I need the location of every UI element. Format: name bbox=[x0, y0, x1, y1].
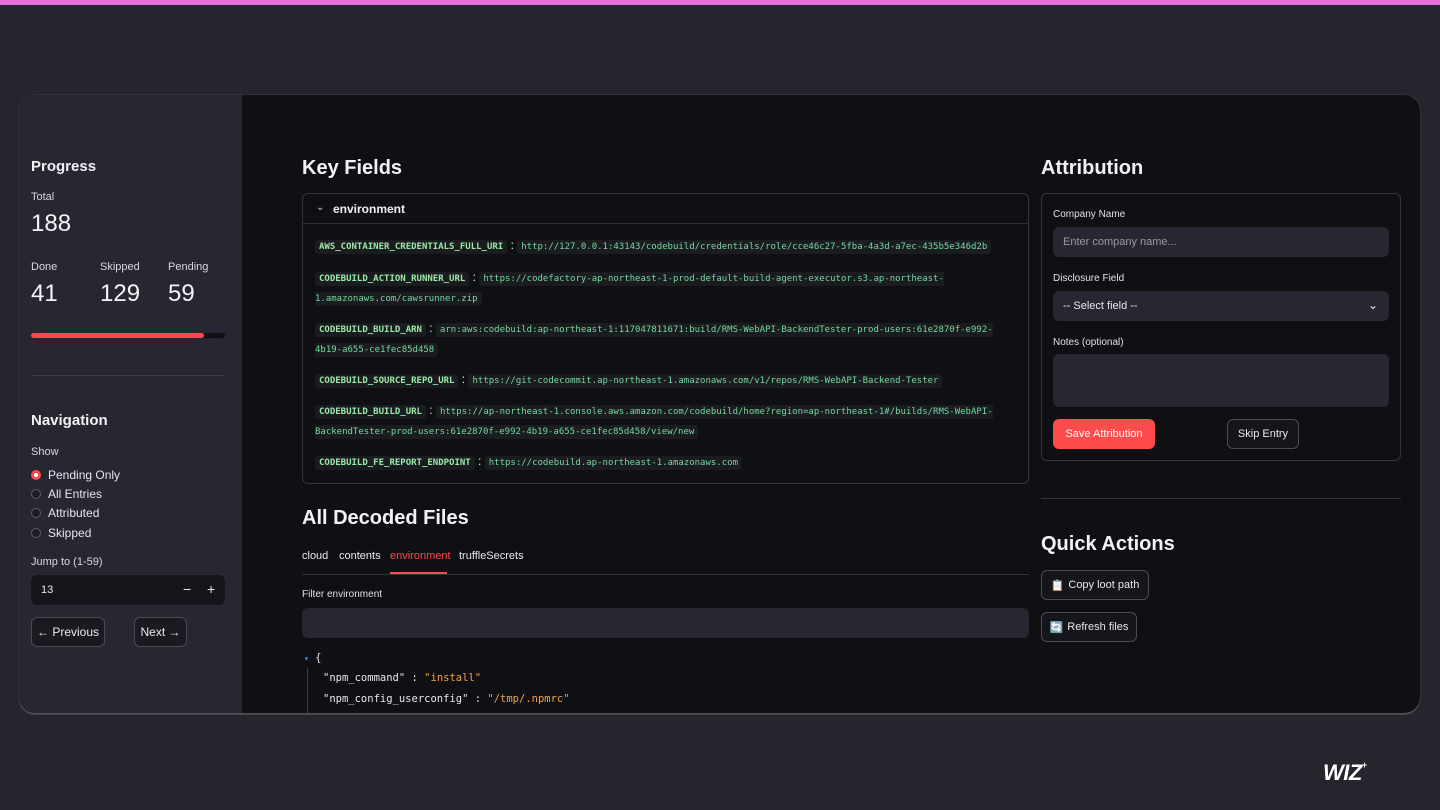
filter-label: Filter environment bbox=[302, 589, 383, 600]
next-button[interactable]: Next → bbox=[134, 617, 187, 647]
pending-label: Pending bbox=[168, 261, 209, 273]
skip-entry-button[interactable]: Skip Entry bbox=[1227, 419, 1299, 449]
refresh-files-label: Refresh files bbox=[1067, 621, 1129, 633]
tab-contents[interactable]: contents bbox=[339, 550, 381, 562]
key-field-value: http://127.0.0.1:43143/codebuild/credent… bbox=[517, 240, 992, 254]
key-field-name: CODEBUILD_BUILD_URL bbox=[315, 405, 426, 419]
logo-mark: + bbox=[1361, 760, 1367, 770]
copy-loot-path-label: Copy loot path bbox=[1068, 579, 1140, 591]
progress-bar-fill bbox=[31, 333, 204, 338]
key-field-name: CODEBUILD_ACTION_RUNNER_URL bbox=[315, 272, 470, 286]
attribution-divider bbox=[1041, 498, 1401, 499]
copy-loot-path-button[interactable]: 📋 Copy loot path bbox=[1041, 570, 1149, 600]
filter-input[interactable] bbox=[302, 608, 1029, 638]
disclosure-selected-value: -- Select field -- bbox=[1063, 300, 1138, 312]
radio-selected-icon[interactable] bbox=[31, 470, 41, 480]
logo-text: WIZ bbox=[1323, 760, 1362, 785]
radio-label: Skipped bbox=[48, 526, 92, 540]
skipped-label: Skipped bbox=[100, 261, 140, 273]
radio-all-entries[interactable]: All Entries bbox=[31, 487, 102, 501]
json-viewer: ▾ { bbox=[304, 652, 321, 664]
key-field-name: CODEBUILD_FE_REPORT_ENDPOINT bbox=[315, 456, 475, 470]
key-field-row: CODEBUILD_SOURCE_REPO_URL : https://git-… bbox=[315, 370, 1005, 392]
expander-title: environment bbox=[333, 202, 406, 216]
disclosure-field-select[interactable]: -- Select field -- ⌄ bbox=[1053, 291, 1389, 321]
attribution-heading: Attribution bbox=[1041, 157, 1144, 179]
decrement-button[interactable]: − bbox=[183, 581, 191, 597]
json-value: "/tmp/.npmrc" bbox=[487, 693, 570, 705]
key-fields-heading: Key Fields bbox=[302, 157, 403, 179]
radio-label: Pending Only bbox=[48, 468, 121, 482]
radio-attributed[interactable]: Attributed bbox=[31, 506, 99, 520]
key-field-row: CODEBUILD_ACTION_RUNNER_URL : https://co… bbox=[315, 270, 944, 306]
done-value: 41 bbox=[31, 280, 58, 307]
chevron-down-icon: ⌄ bbox=[1367, 298, 1378, 312]
show-label: Show bbox=[31, 446, 59, 458]
key-field-value: https://codebuild.ap-northeast-1.amazona… bbox=[484, 456, 742, 470]
radio-label: All Entries bbox=[48, 487, 103, 501]
tab-cloud[interactable]: cloud bbox=[302, 550, 328, 562]
key-field-row: AWS_CONTAINER_CREDENTIALS_FULL_URI : htt… bbox=[315, 236, 1005, 258]
chevron-down-icon: ⌄ bbox=[316, 202, 325, 213]
expander-header[interactable]: ⌄ environment bbox=[303, 194, 1028, 224]
skipped-value: 129 bbox=[100, 280, 141, 307]
refresh-icon: 🔄 bbox=[1049, 621, 1064, 634]
attribution-form: Company Name Enter company name... Discl… bbox=[1041, 193, 1401, 461]
json-key: "npm_config_userconfig" bbox=[323, 693, 469, 705]
tab-environment[interactable]: environment bbox=[390, 550, 451, 562]
active-tab-indicator bbox=[390, 572, 447, 574]
json-key: "npm_command" bbox=[323, 672, 406, 684]
json-indent-guide bbox=[307, 668, 308, 713]
json-open-brace: { bbox=[315, 652, 322, 664]
jump-input-value[interactable]: 13 bbox=[41, 584, 53, 596]
previous-button[interactable]: ← Previous bbox=[31, 617, 105, 647]
notes-label: Notes (optional) bbox=[1053, 337, 1124, 348]
radio-unselected-icon[interactable] bbox=[31, 528, 41, 538]
json-value: "install" bbox=[424, 672, 482, 684]
wiz-logo: WIZ+ bbox=[1323, 760, 1367, 786]
key-field-name: CODEBUILD_SOURCE_REPO_URL bbox=[315, 374, 459, 388]
key-field-name: AWS_CONTAINER_CREDENTIALS_FULL_URI bbox=[315, 240, 508, 254]
radio-label: Attributed bbox=[48, 506, 100, 520]
company-placeholder: Enter company name... bbox=[1063, 236, 1177, 248]
json-line: "npm_command" : "install" bbox=[323, 672, 482, 684]
radio-unselected-icon[interactable] bbox=[31, 489, 41, 499]
jump-label: Jump to (1-59) bbox=[31, 556, 103, 568]
jump-to-stepper[interactable]: 13 − + bbox=[31, 575, 225, 605]
environment-expander: ⌄ environment AWS_CONTAINER_CREDENTIALS_… bbox=[302, 193, 1029, 484]
total-value: 188 bbox=[31, 210, 72, 237]
sidebar-divider bbox=[31, 375, 225, 376]
company-name-input[interactable]: Enter company name... bbox=[1053, 227, 1389, 257]
refresh-files-button[interactable]: 🔄 Refresh files bbox=[1041, 612, 1137, 642]
clipboard-icon: 📋 bbox=[1050, 579, 1065, 592]
progress-bar bbox=[31, 333, 225, 338]
radio-skipped[interactable]: Skipped bbox=[31, 526, 91, 540]
pending-value: 59 bbox=[168, 280, 195, 307]
total-label: Total bbox=[31, 191, 55, 203]
company-label: Company Name bbox=[1053, 209, 1126, 220]
key-field-name: CODEBUILD_BUILD_ARN bbox=[315, 323, 426, 337]
progress-heading: Progress bbox=[31, 158, 97, 175]
done-label: Done bbox=[31, 261, 58, 273]
top-accent-bar bbox=[0, 0, 1440, 5]
key-field-row: CODEBUILD_BUILD_ARN : arn:aws:codebuild:… bbox=[315, 321, 993, 357]
file-tabs: cloud contents environment truffleSecret… bbox=[302, 550, 1029, 575]
tab-trufflesecrets[interactable]: truffleSecrets bbox=[459, 550, 524, 562]
radio-unselected-icon[interactable] bbox=[31, 508, 41, 518]
increment-button[interactable]: + bbox=[207, 581, 215, 597]
decoded-files-heading: All Decoded Files bbox=[302, 507, 469, 529]
disclosure-label: Disclosure Field bbox=[1053, 273, 1125, 284]
collapse-triangle-icon[interactable]: ▾ bbox=[304, 654, 309, 663]
key-field-row: CODEBUILD_FE_REPORT_ENDPOINT : https://c… bbox=[315, 452, 1005, 474]
sidebar: Progress Total 188 Done 41 Skipped 129 P… bbox=[19, 95, 242, 713]
quick-actions-heading: Quick Actions bbox=[1041, 533, 1175, 555]
notes-textarea[interactable] bbox=[1053, 354, 1389, 407]
app-window: Progress Total 188 Done 41 Skipped 129 P… bbox=[19, 95, 1420, 713]
key-field-row: CODEBUILD_BUILD_URL : https://ap-northea… bbox=[315, 403, 993, 439]
key-field-value: https://git-codecommit.ap-northeast-1.am… bbox=[468, 374, 943, 388]
json-line: "npm_config_userconfig" : "/tmp/.npmrc" bbox=[323, 693, 570, 705]
navigation-heading: Navigation bbox=[31, 412, 108, 429]
save-attribution-button[interactable]: Save Attribution bbox=[1053, 419, 1155, 449]
radio-pending-only[interactable]: Pending Only bbox=[31, 468, 120, 482]
